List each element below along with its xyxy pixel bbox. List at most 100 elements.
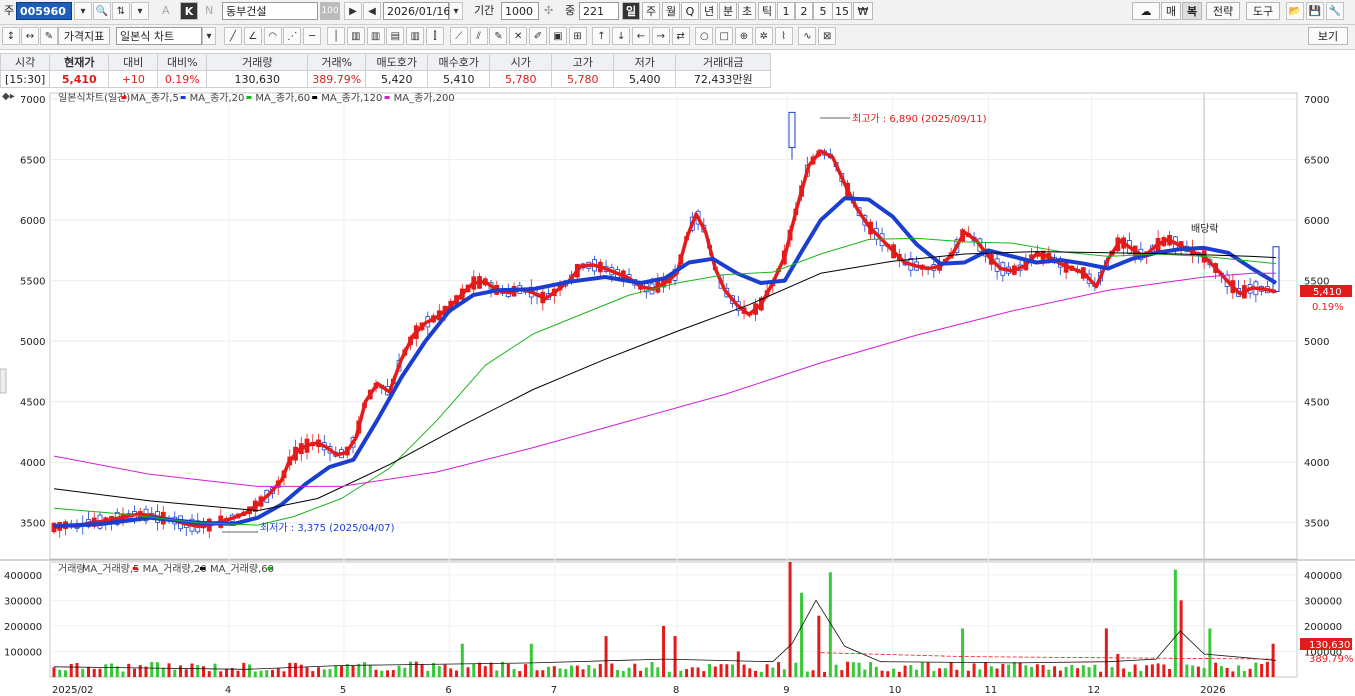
channel-icon[interactable]: ⫿ xyxy=(426,27,444,45)
code-dropdown-icon[interactable]: ▾ xyxy=(74,2,92,20)
scroll-toggle-icon[interactable]: ◆▸ xyxy=(2,91,15,102)
sort-icon[interactable]: ⇅ xyxy=(112,2,130,20)
cycle-lines-icon[interactable]: ▥ xyxy=(346,27,365,45)
chart-type-dropdown-icon[interactable]: ▾ xyxy=(202,27,216,45)
interval-button-10[interactable]: 2 xyxy=(795,2,813,20)
count-label: 중 xyxy=(565,4,576,17)
vertical-line-icon[interactable]: │ xyxy=(327,27,345,45)
interval-button-3[interactable]: 월 xyxy=(662,2,680,20)
volume-bar xyxy=(1237,665,1241,677)
arrow-left-icon[interactable]: ← xyxy=(632,27,650,45)
settings-icon[interactable]: ✲ xyxy=(754,27,773,45)
arrow-right-icon[interactable]: → xyxy=(651,27,670,45)
parallel-lines-icon[interactable]: ⫽ xyxy=(469,27,488,45)
legend-item-6[interactable]: MA_종가,200 xyxy=(394,92,455,104)
volume-legend-item-4[interactable]: MA_거래량,60 xyxy=(210,563,274,575)
volume-bar xyxy=(121,671,125,677)
marker-icon[interactable]: ✐ xyxy=(529,27,547,45)
vertical-resize-icon[interactable]: ↕ xyxy=(2,27,20,45)
search-icon[interactable]: 🔍 xyxy=(93,2,111,20)
time-zones-icon[interactable]: ▥ xyxy=(406,27,425,45)
legend-item-3[interactable]: MA_종가,20 xyxy=(190,92,245,104)
arrow-up-icon[interactable]: ↑ xyxy=(592,27,611,45)
wrench-icon[interactable]: 🔧 xyxy=(1326,2,1344,20)
volume-legend-item-2[interactable]: MA_거래량,5 xyxy=(82,563,140,575)
interval-button-2[interactable]: 주 xyxy=(642,2,660,20)
zoom-box-icon[interactable]: ⊞ xyxy=(568,27,587,45)
volume-bar xyxy=(1110,667,1114,677)
side-collapse-handle[interactable] xyxy=(0,368,7,394)
legend-item-2[interactable]: MA_종가,5 xyxy=(130,92,178,104)
period-input[interactable]: 1000 xyxy=(501,2,539,20)
stock-name-field[interactable]: 동부건설 xyxy=(222,2,318,20)
swap-arrows-icon[interactable]: ⇄ xyxy=(671,27,690,45)
interval-button-8[interactable]: 틱 xyxy=(758,2,776,20)
buy-button[interactable]: 매 xyxy=(1161,2,1181,20)
sort-dropdown-icon[interactable]: ▾ xyxy=(131,2,149,20)
square-tool-icon[interactable]: □ xyxy=(715,27,734,45)
volume-bar xyxy=(466,667,470,677)
category-n[interactable]: N xyxy=(205,2,213,20)
cloud-icon[interactable]: ☁ xyxy=(1132,2,1160,20)
volume-bar xyxy=(1104,628,1108,677)
pencil-icon[interactable]: ✎ xyxy=(489,27,508,45)
waveform-icon[interactable]: ⌇ xyxy=(774,27,793,45)
move-icon[interactable]: ✣ xyxy=(544,2,553,20)
volume-bar xyxy=(633,663,637,677)
legend-item-1[interactable]: 일본식차트(일간) xyxy=(58,92,130,104)
stock-chart[interactable]: ◆▸ 3500 3500 4000 4000 4500 4500 5000 5000 5500 5… xyxy=(0,89,1355,696)
volume-bar xyxy=(1133,664,1137,677)
volume-bar xyxy=(1156,663,1160,677)
horizontal-line-icon[interactable]: ─ xyxy=(303,27,322,45)
interval-button-7[interactable]: 초 xyxy=(738,2,756,20)
volume-bar xyxy=(1139,671,1143,677)
legend-item-4[interactable]: MA_종가,60 xyxy=(255,92,310,104)
grid-lines-icon[interactable]: ▥ xyxy=(366,27,385,45)
arrow-down-icon[interactable]: ↓ xyxy=(612,27,631,45)
save-icon[interactable]: 💾 xyxy=(1306,2,1324,20)
arc-icon[interactable]: ◠ xyxy=(263,27,282,45)
speed-line-icon[interactable]: ⟋ xyxy=(449,27,468,45)
tools-button[interactable]: 도구 xyxy=(1246,2,1280,20)
duplicate-button[interactable]: 복 xyxy=(1182,2,1202,20)
volume-legend-item-3[interactable]: MA_거래량,20 xyxy=(143,563,207,575)
erase-icon[interactable]: ✕ xyxy=(509,27,528,45)
rectangle-tool-icon[interactable]: ▣ xyxy=(548,27,567,45)
price-tick-left: 7000 xyxy=(20,95,45,106)
price-indicator-tab[interactable]: 가격지표 xyxy=(58,27,110,45)
prev-arrow-icon[interactable]: ◀ xyxy=(363,2,381,20)
date-dropdown-icon[interactable]: ▾ xyxy=(449,2,463,20)
zoom-in-icon[interactable]: ⊕ xyxy=(735,27,753,45)
stock-code-input[interactable]: 005960 xyxy=(16,2,72,20)
price-band-icon[interactable]: ▤ xyxy=(386,27,405,45)
category-k-button[interactable]: K xyxy=(180,2,198,20)
price-tick-left: 3500 xyxy=(20,519,45,530)
volume-bar xyxy=(437,666,441,677)
interval-button-9[interactable]: 1 xyxy=(777,2,795,20)
view-button[interactable]: 보기 xyxy=(1308,27,1348,45)
count-input[interactable]: 221 xyxy=(579,2,619,20)
category-a[interactable]: A xyxy=(162,2,170,20)
date-field[interactable]: 2026/01/16 xyxy=(383,2,450,20)
interval-button-13[interactable]: ₩ xyxy=(853,2,873,20)
edit-icon[interactable]: ✎ xyxy=(40,27,58,45)
folder-icon[interactable]: 📂 xyxy=(1286,2,1304,20)
interval-button-5[interactable]: 년 xyxy=(700,2,718,20)
legend-item-5[interactable]: MA_종가,120 xyxy=(321,92,382,104)
interval-button-12[interactable]: 15 xyxy=(832,2,852,20)
strategy-button[interactable]: 전략 xyxy=(1206,2,1240,20)
interval-button-6[interactable]: 분 xyxy=(719,2,737,20)
sine-wave-icon[interactable]: ∿ xyxy=(798,27,817,45)
angle-line-icon[interactable]: ∠ xyxy=(243,27,262,45)
interval-button-1[interactable]: 일 xyxy=(622,2,640,20)
circle-tool-icon[interactable]: ○ xyxy=(695,27,714,45)
interval-button-4[interactable]: Q xyxy=(681,2,699,20)
price-pane xyxy=(49,92,1298,560)
trend-line-icon[interactable]: ╱ xyxy=(224,27,242,45)
next-arrow-icon[interactable]: ▶ xyxy=(344,2,362,20)
interval-button-11[interactable]: 5 xyxy=(813,2,833,20)
fibonacci-fan-icon[interactable]: ⋰ xyxy=(283,27,302,45)
chart-type-select[interactable]: 일본식 차트 xyxy=(116,27,202,45)
crossed-box-icon[interactable]: ⊠ xyxy=(818,27,837,45)
horizontal-resize-icon[interactable]: ↔ xyxy=(21,27,39,45)
